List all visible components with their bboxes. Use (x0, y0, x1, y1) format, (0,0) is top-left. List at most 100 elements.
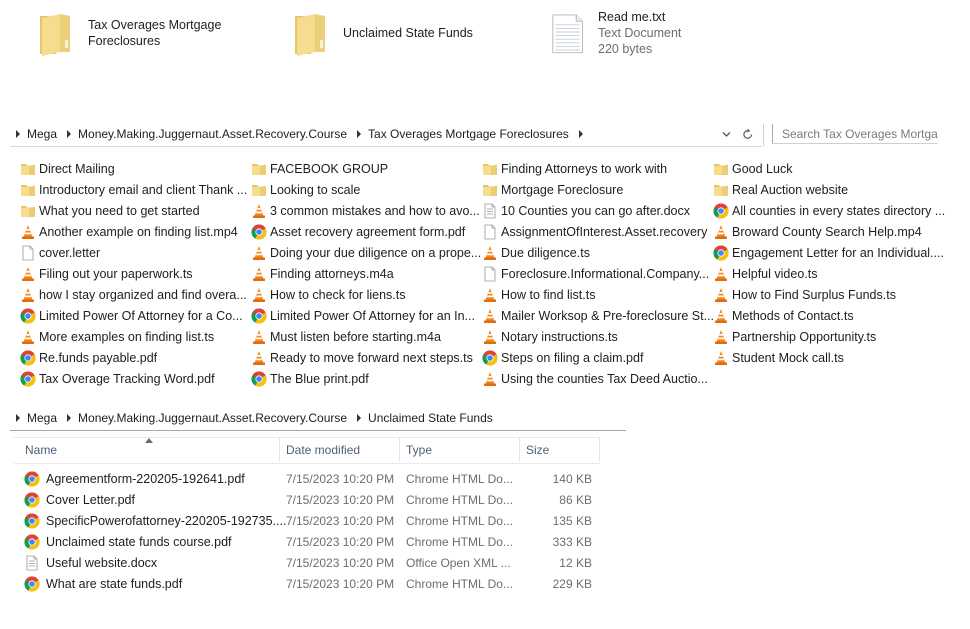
breadcrumb-item[interactable]: Mega (27, 411, 57, 425)
tile-name: Unclaimed State Funds (343, 26, 473, 40)
list-item[interactable]: Mortgage Foreclosure (482, 181, 623, 199)
breadcrumb-item[interactable]: Mega (27, 127, 57, 141)
list-item[interactable]: Good Luck (713, 160, 792, 178)
list-item[interactable]: What you need to get started (20, 202, 200, 220)
list-item[interactable]: Helpful video.ts (713, 265, 817, 283)
list-item[interactable]: Ready to move forward next steps.ts (251, 349, 473, 367)
list-item[interactable]: Partnership Opportunity.ts (713, 328, 876, 346)
breadcrumb-item[interactable]: Tax Overages Mortgage Foreclosures (368, 127, 569, 141)
list-item[interactable]: Re.funds payable.pdf (20, 349, 157, 367)
list-item[interactable]: Asset recovery agreement form.pdf (251, 223, 465, 241)
breadcrumb-arrow-icon[interactable] (357, 130, 362, 138)
list-item[interactable]: cover.letter (20, 244, 100, 262)
table-row[interactable]: Agreementform-220205-192641.pdf (24, 469, 245, 489)
table-row[interactable]: SpecificPowerofattorney-220205-192735...… (24, 511, 286, 531)
list-item[interactable]: Engagement Letter for an Individual.... (713, 244, 944, 262)
tile-size: 220 bytes (598, 42, 653, 56)
column-header-type[interactable]: Type (406, 438, 432, 462)
list-item-label: FACEBOOK GROUP (270, 162, 389, 176)
folder-icon (20, 161, 36, 177)
column-divider[interactable] (519, 438, 520, 462)
chrome-icon (713, 245, 729, 261)
list-item[interactable]: Student Mock call.ts (713, 349, 844, 367)
column-header-size[interactable]: Size (526, 438, 549, 462)
table-row[interactable]: Cover Letter.pdf (24, 490, 135, 510)
breadcrumb-arrow-icon[interactable] (67, 130, 72, 138)
list-item[interactable]: More examples on finding list.ts (20, 328, 214, 346)
list-item[interactable]: Finding attorneys.m4a (251, 265, 394, 283)
list-item[interactable]: Mailer Worksop & Pre-foreclosure St... (482, 307, 714, 325)
list-item[interactable]: Using the counties Tax Deed Auctio... (482, 370, 708, 388)
list-item-label: AssignmentOfInterest.Asset.recovery (501, 225, 708, 239)
list-item[interactable]: Broward County Search Help.mp4 (713, 223, 922, 241)
list-item-label: Finding Attorneys to work with (501, 162, 668, 176)
list-item[interactable]: How to Find Surplus Funds.ts (713, 286, 896, 304)
list-item[interactable]: How to check for liens.ts (251, 286, 405, 304)
breadcrumb-item[interactable]: Money.Making.Juggernaut.Asset.Recovery.C… (78, 127, 347, 141)
list-item[interactable]: Due diligence.ts (482, 244, 590, 262)
breadcrumb-arrow-icon[interactable] (16, 414, 20, 422)
list-item[interactable]: Limited Power Of Attorney for a Co... (20, 307, 243, 325)
file-size: 333 KB (552, 535, 592, 549)
column-header-name[interactable]: Name (25, 438, 57, 462)
list-item[interactable]: Filing out your paperwork.ts (20, 265, 193, 283)
list-item[interactable]: 3 common mistakes and how to avo... (251, 202, 480, 220)
list-item[interactable]: Real Auction website (713, 181, 848, 199)
list-item[interactable]: 10 Counties you can go after.docx (482, 202, 690, 220)
refresh-icon[interactable] (742, 128, 754, 141)
breadcrumb: Mega Money.Making.Juggernaut.Asset.Recov… (14, 127, 590, 141)
tile-unclaimed-state-funds-folder[interactable]: Unclaimed State Funds (291, 10, 473, 56)
file-icon (482, 266, 498, 282)
table-row[interactable]: Useful website.docx (24, 553, 157, 573)
list-item[interactable]: Finding Attorneys to work with (482, 160, 667, 178)
list-item-label: Re.funds payable.pdf (39, 351, 158, 365)
folder-icon (20, 203, 36, 219)
list-item[interactable]: Looking to scale (251, 181, 360, 199)
list-item-label: Direct Mailing (39, 162, 115, 176)
list-item[interactable]: Limited Power Of Attorney for an In... (251, 307, 475, 325)
breadcrumb-item[interactable]: Money.Making.Juggernaut.Asset.Recovery.C… (78, 411, 347, 425)
folder-icon (482, 182, 498, 198)
list-item[interactable]: Another example on finding list.mp4 (20, 223, 238, 241)
breadcrumb-arrow-icon[interactable] (67, 414, 72, 422)
list-item[interactable]: Steps on filing a claim.pdf (482, 349, 643, 367)
breadcrumb-item[interactable]: Unclaimed State Funds (368, 411, 493, 425)
folder-icon (713, 182, 729, 198)
list-item[interactable]: Foreclosure.Informational.Company... (482, 265, 709, 283)
list-item[interactable]: Introductory email and client Thank ... (20, 181, 247, 199)
list-item-label: Must listen before starting.m4a (270, 330, 441, 344)
tile-read-me-file[interactable]: Read me.txt Text Document 220 bytes (551, 9, 681, 57)
list-item[interactable]: How to find list.ts (482, 286, 595, 304)
list-item[interactable]: Tax Overage Tracking Word.pdf (20, 370, 215, 388)
list-item[interactable]: Notary instructions.ts (482, 328, 618, 346)
folder-icon (40, 14, 70, 56)
list-item[interactable]: All counties in every states directory .… (713, 202, 945, 220)
list-item[interactable]: The Blue print.pdf (251, 370, 369, 388)
folder-icon (20, 182, 36, 198)
chevron-down-icon[interactable] (722, 131, 731, 138)
list-item[interactable]: Methods of Contact.ts (713, 307, 854, 325)
file-name: Cover Letter.pdf (46, 493, 135, 507)
breadcrumb-arrow-icon[interactable] (357, 414, 362, 422)
breadcrumb-2: Mega Money.Making.Juggernaut.Asset.Recov… (14, 411, 501, 425)
search-input[interactable]: Search Tax Overages Mortgag (772, 124, 938, 144)
list-item[interactable]: Direct Mailing (20, 160, 115, 178)
column-divider[interactable] (399, 438, 400, 462)
list-item[interactable]: Doing your due diligence on a prope... (251, 244, 481, 262)
table-row[interactable]: What are state funds.pdf (24, 574, 182, 594)
file-name: SpecificPowerofattorney-220205-192735...… (46, 514, 287, 528)
tile-tax-overages-folder[interactable]: Tax Overages Mortgage Foreclosures (36, 10, 221, 56)
column-divider[interactable] (279, 438, 280, 462)
column-divider[interactable] (599, 438, 600, 462)
chrome-icon (251, 308, 267, 324)
list-item[interactable]: Must listen before starting.m4a (251, 328, 441, 346)
list-item-label: The Blue print.pdf (270, 372, 369, 386)
list-item[interactable]: FACEBOOK GROUP (251, 160, 388, 178)
breadcrumb-arrow-icon[interactable] (578, 130, 583, 138)
table-row[interactable]: Unclaimed state funds course.pdf (24, 532, 232, 552)
list-item[interactable]: AssignmentOfInterest.Asset.recovery (482, 223, 707, 241)
list-item-label: 10 Counties you can go after.docx (501, 204, 691, 218)
list-item[interactable]: how I stay organized and find overa... (20, 286, 247, 304)
breadcrumb-arrow-icon[interactable] (16, 130, 20, 138)
column-header-date[interactable]: Date modified (286, 438, 360, 462)
